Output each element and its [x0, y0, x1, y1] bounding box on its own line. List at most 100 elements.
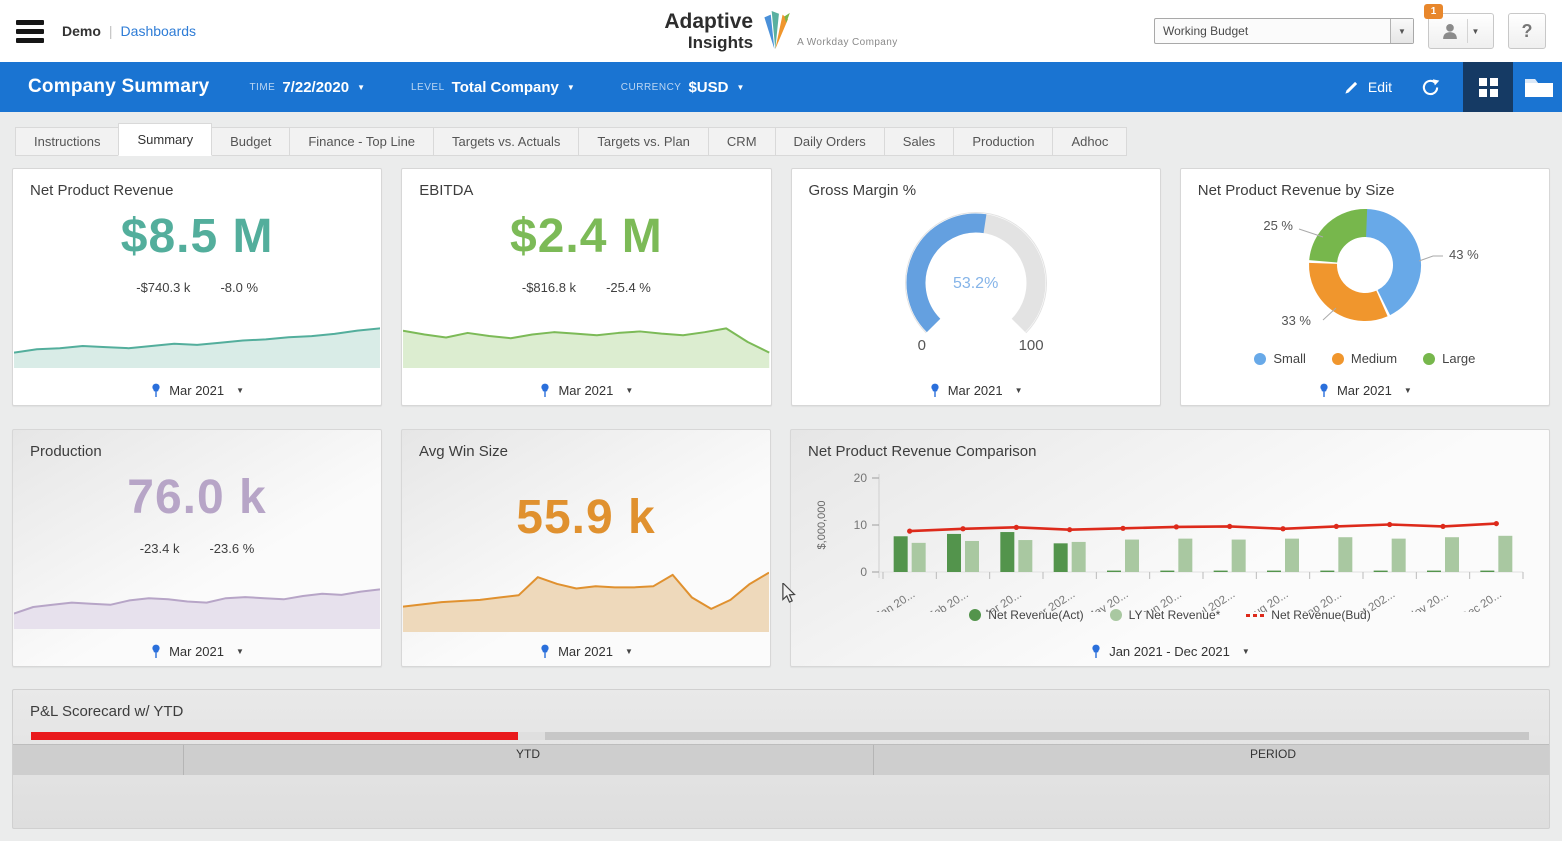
- pin-icon: [929, 383, 941, 398]
- period-selector[interactable]: Mar 2021 ▼: [792, 383, 1160, 398]
- avg-win-size-sparkline: [403, 566, 769, 632]
- svg-text:0: 0: [860, 565, 867, 579]
- tab-budget[interactable]: Budget: [211, 127, 290, 156]
- level-filter[interactable]: LEVEL Total Company ▼: [411, 79, 575, 96]
- breadcrumb-dashboards-link[interactable]: Dashboards: [121, 23, 197, 39]
- legend-dash-net-revenue-bud: [1246, 614, 1264, 617]
- comparison-legend: Net Revenue(Act) LY Net Revenue* Net Rev…: [791, 608, 1549, 622]
- card-avg-win-size: Avg Win Size 55.9 k Mar 2021 ▼: [401, 429, 771, 667]
- scorecard-col-ytd: YTD: [516, 747, 540, 761]
- scorecard-header-row: YTD PERIOD: [13, 744, 1549, 775]
- tab-instructions[interactable]: Instructions: [15, 127, 119, 156]
- chevron-down-icon: ▼: [357, 83, 365, 92]
- logo-line1: Adaptive: [664, 11, 753, 32]
- card-title: P&L Scorecard w/ YTD: [13, 690, 1549, 720]
- breadcrumb: Demo | Dashboards: [62, 23, 196, 39]
- folder-button[interactable]: [1513, 62, 1562, 112]
- card-production: Production 76.0 k -23.4 k -23.6 % Mar 20…: [12, 429, 382, 667]
- tab-daily-orders[interactable]: Daily Orders: [775, 127, 885, 156]
- period-selector[interactable]: Mar 2021 ▼: [13, 383, 381, 398]
- kpi-delta-pct: -8.0 %: [220, 280, 258, 295]
- user-menu-caret-icon[interactable]: ▼: [1472, 27, 1480, 36]
- card-title: Net Product Revenue Comparison: [791, 430, 1549, 460]
- card-title: Net Product Revenue by Size: [1181, 169, 1549, 199]
- kpi-value: $8.5 M: [13, 209, 381, 264]
- tab-production[interactable]: Production: [953, 127, 1053, 156]
- legend-dot-large: [1423, 353, 1435, 365]
- pin-icon: [1090, 644, 1102, 659]
- menu-icon[interactable]: [16, 16, 44, 47]
- card-title: Gross Margin %: [792, 169, 1160, 199]
- tab-targets-vs-plan[interactable]: Targets vs. Plan: [578, 127, 709, 156]
- gauge-min-label: 0: [918, 337, 926, 354]
- currency-filter[interactable]: CURRENCY $USD ▼: [621, 79, 745, 96]
- legend-dot-net-revenue-act: [969, 609, 981, 621]
- top-bar: Demo | Dashboards Adaptive Insights A Wo…: [0, 0, 1562, 62]
- kpi-delta-pct: -25.4 %: [606, 280, 651, 295]
- revenue-sparkline: [14, 324, 380, 368]
- tab-adhoc[interactable]: Adhoc: [1052, 127, 1127, 156]
- period-selector[interactable]: Mar 2021 ▼: [402, 383, 770, 398]
- user-icon: [1441, 22, 1459, 40]
- svg-text:25 %: 25 %: [1263, 218, 1293, 233]
- svg-text:$,000,000: $,000,000: [816, 501, 828, 550]
- gauge-max-label: 100: [1019, 337, 1044, 354]
- help-button[interactable]: ?: [1508, 13, 1546, 49]
- revenue-by-size-donut: 25 %43 %33 %: [1181, 199, 1549, 347]
- tab-summary[interactable]: Summary: [118, 123, 212, 156]
- filter-bar: TIME 7/22/2020 ▼ LEVEL Total Company ▼ C…: [249, 79, 744, 96]
- dashboard-toolbar: Company Summary TIME 7/22/2020 ▼ LEVEL T…: [0, 62, 1562, 112]
- chevron-down-icon: ▼: [736, 83, 744, 92]
- brand-label: Demo: [62, 23, 101, 39]
- gauge-value: 53.2%: [866, 275, 1086, 293]
- version-selector-chevron-icon[interactable]: ▼: [1390, 19, 1413, 43]
- adaptive-insights-logo: Adaptive Insights A Workday Company: [664, 11, 897, 51]
- time-filter[interactable]: TIME 7/22/2020 ▼: [249, 79, 365, 96]
- pin-icon: [150, 383, 162, 398]
- period-range-selector[interactable]: Jan 2021 - Dec 2021 ▼: [791, 644, 1549, 659]
- period-selector[interactable]: Mar 2021 ▼: [13, 644, 381, 659]
- breadcrumb-separator: |: [109, 23, 113, 39]
- edit-button[interactable]: Edit: [1344, 79, 1392, 95]
- svg-text:43 %: 43 %: [1449, 247, 1479, 262]
- logo-line2: Insights: [664, 34, 753, 51]
- version-selector[interactable]: Working Budget ▼: [1154, 18, 1414, 44]
- pin-icon: [539, 383, 551, 398]
- chevron-down-icon: ▼: [567, 83, 575, 92]
- revenue-comparison-chart: 01020$,000,000Jan 20...Feb 20...Mar 20..…: [795, 460, 1540, 612]
- card-title: Production: [13, 430, 381, 460]
- refresh-icon: [1420, 77, 1441, 98]
- kpi-delta-value: -$816.8 k: [522, 280, 576, 295]
- grid-view-button[interactable]: [1463, 62, 1513, 112]
- chevron-down-icon: ▼: [1404, 386, 1412, 395]
- tab-targets-vs-actuals[interactable]: Targets vs. Actuals: [433, 127, 579, 156]
- kpi-value: 55.9 k: [402, 490, 770, 545]
- topbar-actions: Working Budget ▼ 1 ▼ ?: [1154, 0, 1546, 62]
- refresh-button[interactable]: [1420, 77, 1441, 98]
- loading-progress-bar: [31, 732, 1529, 740]
- legend-dot-medium: [1332, 353, 1344, 365]
- tab-finance-top-line[interactable]: Finance - Top Line: [289, 127, 434, 156]
- tab-crm[interactable]: CRM: [708, 127, 776, 156]
- dashboard-tabs: Instructions Summary Budget Finance - To…: [0, 112, 1562, 156]
- card-gross-margin: Gross Margin % 53.2% 0 100 Mar 2021 ▼: [791, 168, 1161, 406]
- tab-sales[interactable]: Sales: [884, 127, 955, 156]
- scorecard-col-period: PERIOD: [1250, 747, 1296, 761]
- card-title: Net Product Revenue: [13, 169, 381, 199]
- period-selector[interactable]: Mar 2021 ▼: [402, 644, 770, 659]
- card-ebitda: EBITDA $2.4 M -$816.8 k -25.4 % Mar 2021…: [401, 168, 771, 406]
- folder-icon: [1524, 76, 1554, 98]
- period-selector[interactable]: Mar 2021 ▼: [1181, 383, 1549, 398]
- svg-text:20: 20: [854, 471, 868, 485]
- version-selector-value: Working Budget: [1155, 24, 1390, 38]
- legend-dot-ly-net-revenue: [1110, 609, 1122, 621]
- card-pl-scorecard: P&L Scorecard w/ YTD YTD PERIOD: [12, 689, 1550, 829]
- logo-tagline: A Workday Company: [797, 37, 898, 48]
- card-revenue-by-size: Net Product Revenue by Size 25 %43 %33 %…: [1180, 168, 1550, 406]
- kpi-delta-pct: -23.6 %: [209, 541, 254, 556]
- notification-badge: 1: [1424, 4, 1443, 19]
- production-sparkline: [14, 585, 380, 629]
- user-menu-button[interactable]: 1 ▼: [1428, 13, 1494, 49]
- ebitda-sparkline: [403, 324, 769, 368]
- pencil-icon: [1344, 80, 1359, 95]
